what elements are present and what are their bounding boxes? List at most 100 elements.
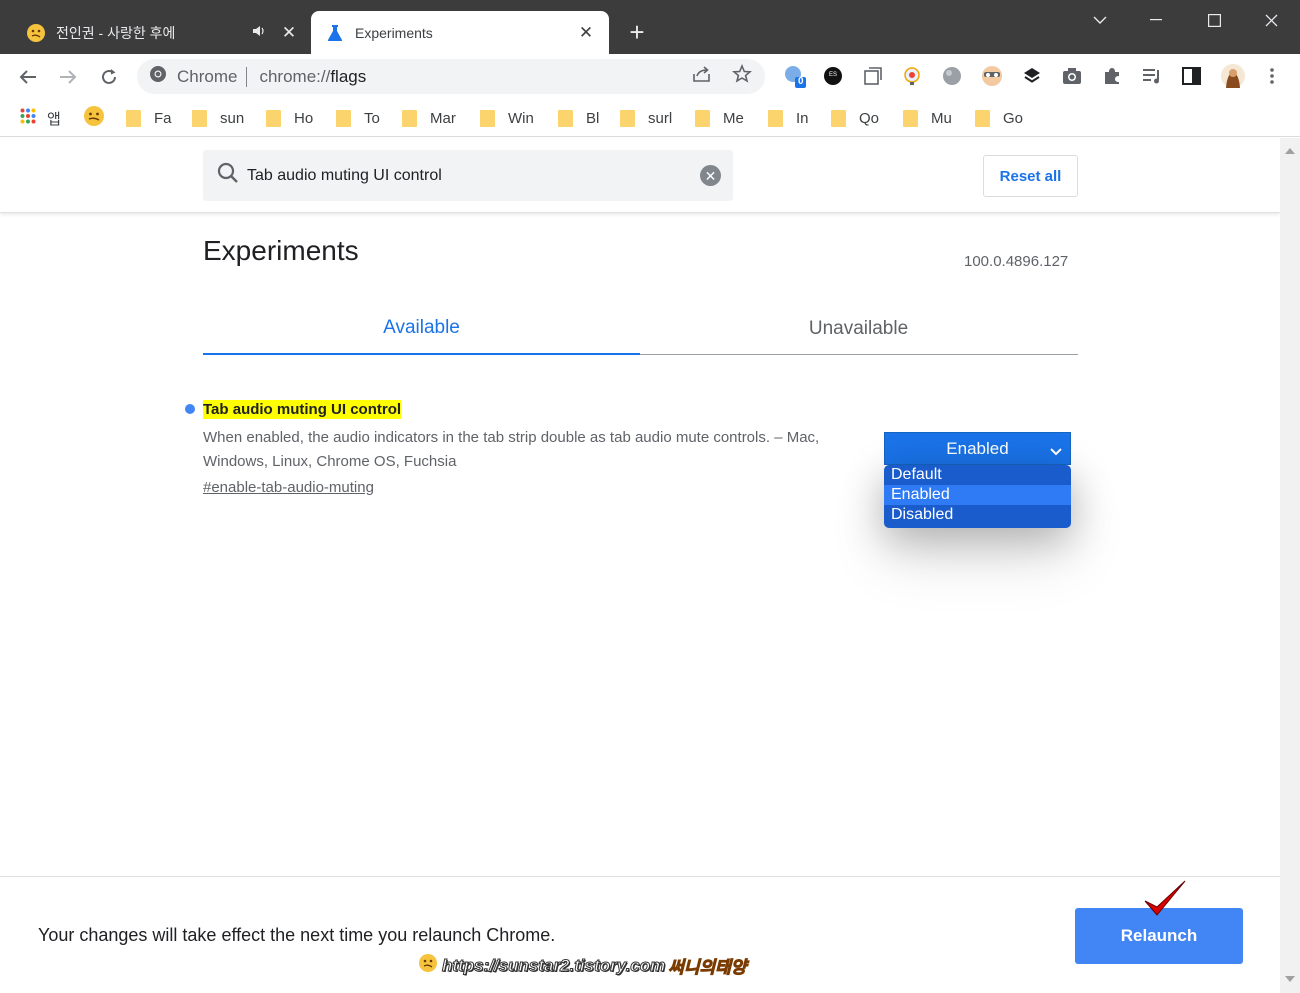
flags-header: ✕ Reset all [0, 138, 1280, 213]
select-value: Enabled [946, 438, 1009, 458]
folder-icon [903, 109, 918, 127]
flags-tabs: Available Unavailable [203, 303, 1078, 355]
menu-kebab-icon[interactable] [1260, 64, 1284, 88]
bookmark-folder[interactable]: Win [480, 107, 534, 129]
back-arrow-icon[interactable] [13, 62, 43, 92]
bookmark-folder[interactable]: Me [695, 107, 744, 129]
close-window-icon[interactable] [1256, 8, 1286, 32]
extension-globe-icon[interactable]: 0 [782, 64, 806, 88]
extension-badge: 0 [798, 76, 804, 87]
folder-icon [831, 109, 846, 127]
bookmark-apps[interactable]: 앱 [20, 107, 61, 129]
red-checkmark-icon [1143, 879, 1187, 924]
tab-unavailable[interactable]: Unavailable [640, 303, 1077, 355]
folder-icon [402, 109, 417, 127]
tab-search-chevron-icon[interactable] [1085, 8, 1115, 32]
bookmark-folder[interactable]: Qo [831, 107, 879, 129]
bookmark-folder[interactable]: Ho [266, 107, 313, 129]
bookmark-folder[interactable]: To [336, 107, 380, 129]
profile-avatar[interactable] [1221, 64, 1245, 88]
forward-arrow-icon[interactable] [53, 62, 83, 92]
extension-bulb-icon[interactable] [900, 64, 924, 88]
address-bar[interactable]: Chrome chrome:// flags [137, 59, 765, 94]
search-icon [217, 162, 239, 189]
folder-icon [695, 109, 710, 127]
flag-permalink[interactable]: #enable-tab-audio-muting [203, 479, 374, 496]
bookmarks-bar: 앱 Fa sun Ho To Mar Win Bl surl Me In Qo … [0, 99, 1300, 137]
extension-face-icon[interactable] [980, 64, 1004, 88]
url-path: flags [330, 66, 367, 86]
modified-dot [185, 404, 195, 414]
scroll-up-icon[interactable] [1285, 148, 1295, 154]
flag-name: Tab audio muting UI control [203, 400, 402, 419]
bookmark-emoji[interactable] [83, 105, 105, 131]
folder-icon [768, 109, 783, 127]
url-scheme: chrome:// [259, 66, 331, 86]
folder-icon [558, 109, 573, 127]
minimize-icon[interactable] [1141, 8, 1171, 32]
extension-grey-ball-icon[interactable] [940, 64, 964, 88]
reset-all-button[interactable]: Reset all [983, 155, 1078, 197]
version-label: 100.0.4896.127 [964, 253, 1069, 270]
flag-state-select[interactable]: Enabled [884, 432, 1071, 465]
search-input[interactable] [247, 166, 687, 185]
folder-icon [192, 109, 207, 127]
chevron-down-icon [1050, 441, 1062, 461]
watermark-url: https://sunstar2.tistory.com [441, 955, 666, 975]
tab-title: Experiments [355, 24, 433, 41]
tab-available[interactable]: Available [203, 303, 640, 355]
tab-music[interactable]: 전인권 - 사랑한 후에 ✕ [14, 11, 310, 54]
media-control-icon[interactable] [1140, 64, 1164, 88]
emoji-favicon-icon [26, 23, 46, 43]
toolbar: Chrome chrome:// flags 0 ES [0, 54, 1300, 99]
speaker-icon[interactable] [252, 25, 266, 40]
folder-icon [480, 109, 495, 127]
close-tab-icon[interactable]: ✕ [577, 23, 595, 42]
extension-copy-icon[interactable] [861, 64, 885, 88]
bookmark-folder[interactable]: sun [192, 107, 244, 129]
bookmark-folder[interactable]: Fa [126, 107, 172, 129]
relaunch-message: Your changes will take effect the next t… [38, 925, 556, 945]
select-dropdown-list: Default Enabled Disabled [884, 465, 1071, 528]
tab-experiments[interactable]: Experiments ✕ [311, 11, 609, 54]
extension-es-icon[interactable]: ES [821, 64, 845, 88]
extension-camera-icon[interactable] [1060, 64, 1084, 88]
close-tab-icon[interactable]: ✕ [280, 23, 298, 42]
bookmark-folder[interactable]: Go [975, 107, 1023, 129]
bookmark-folder[interactable]: Mar [402, 107, 456, 129]
watermark-emoji-icon [418, 953, 438, 978]
clear-search-icon[interactable]: ✕ [700, 165, 721, 186]
option-default[interactable]: Default [884, 465, 1071, 485]
bookmark-folder[interactable]: surl [620, 107, 672, 129]
bookmark-star-icon[interactable] [731, 63, 753, 85]
folder-icon [266, 109, 281, 127]
chrome-logo-icon [149, 65, 167, 88]
extensions-puzzle-icon[interactable] [1100, 64, 1124, 88]
maximize-icon[interactable] [1199, 8, 1229, 32]
side-panel-icon[interactable] [1180, 64, 1204, 88]
share-icon[interactable] [691, 63, 713, 85]
omnibox-divider [246, 66, 248, 87]
flag-description: When enabled, the audio indicators in th… [203, 429, 820, 470]
extension-layers-icon[interactable] [1020, 64, 1044, 88]
scroll-down-icon[interactable] [1285, 976, 1295, 982]
emoji-bookmark-icon [83, 105, 105, 131]
reload-icon[interactable] [94, 62, 124, 92]
flags-search-box[interactable]: ✕ [203, 150, 733, 201]
folder-icon [620, 109, 635, 127]
relaunch-footer: Your changes will take effect the next t… [0, 876, 1280, 993]
new-tab-plus-icon[interactable]: + [624, 19, 650, 46]
bookmark-folder[interactable]: Mu [903, 107, 952, 129]
tab-title: 전인권 - 사랑한 후에 [56, 24, 176, 41]
watermark: https://sunstar2.tistory.com 써니의태양 [418, 953, 747, 978]
bookmark-folder[interactable]: In [768, 107, 809, 129]
option-enabled[interactable]: Enabled [884, 485, 1071, 505]
page-scrollbar[interactable] [1280, 138, 1300, 993]
bookmark-folder[interactable]: Bl [558, 107, 599, 129]
folder-icon [336, 109, 351, 127]
security-chip: Chrome [177, 66, 238, 86]
option-disabled[interactable]: Disabled [884, 505, 1071, 525]
folder-icon [126, 109, 141, 127]
apps-grid-icon [20, 108, 36, 128]
watermark-name: 써니의태양 [668, 958, 747, 978]
